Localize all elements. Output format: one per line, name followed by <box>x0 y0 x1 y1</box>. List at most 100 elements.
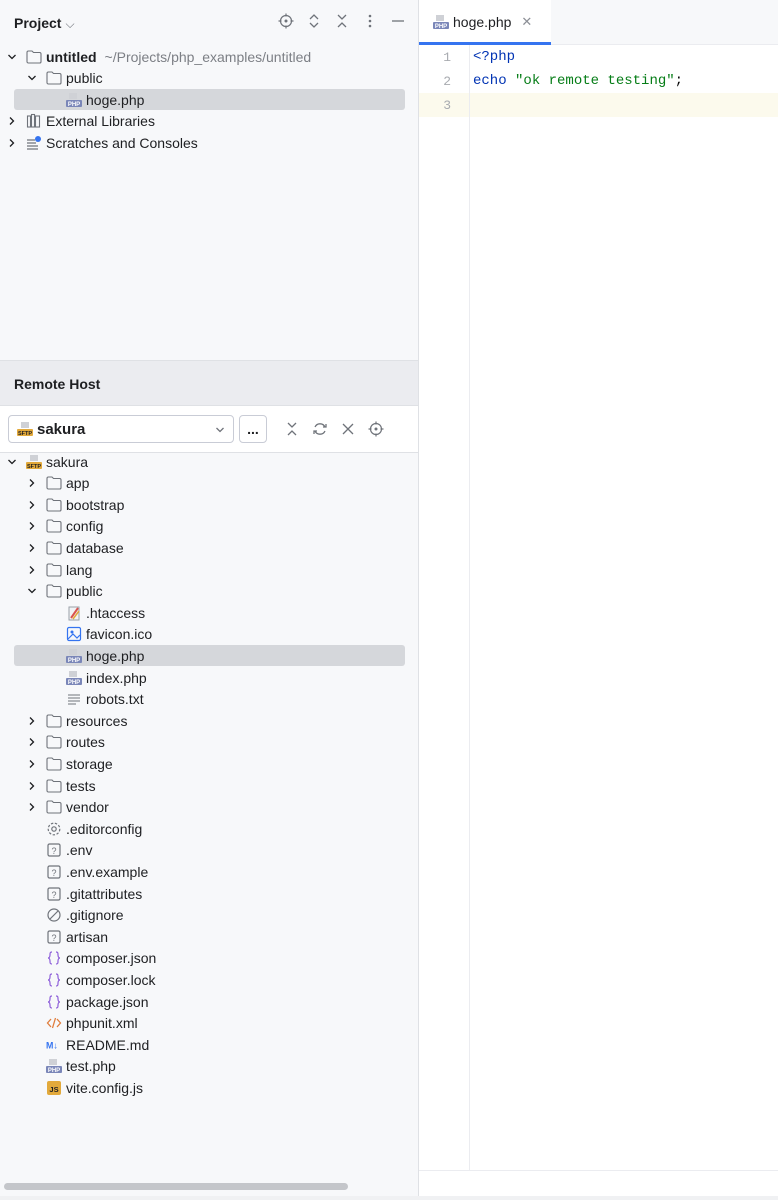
chevron-right-icon[interactable] <box>26 520 38 532</box>
chevron-right-icon[interactable] <box>26 477 38 489</box>
tree-item-label: hoge.php <box>86 647 145 664</box>
tab-hoge-php[interactable]: PHP hoge.php ✕ <box>419 0 551 45</box>
tree-item-routes[interactable]: routes <box>0 732 444 753</box>
close-icon[interactable] <box>340 421 356 442</box>
collapse-all-icon[interactable] <box>284 421 300 442</box>
unknown-file-icon: ? <box>46 929 62 945</box>
tree-item-tests[interactable]: tests <box>0 775 444 796</box>
svg-text:?: ? <box>51 868 56 878</box>
json-icon <box>46 950 62 966</box>
tree-item-label: test.php <box>66 1058 116 1075</box>
chevron-down-icon[interactable] <box>6 456 18 468</box>
chevron-right-icon[interactable] <box>26 758 38 770</box>
server-select[interactable]: SFTP sakura <box>8 415 234 443</box>
tree-item-label: public <box>66 583 103 600</box>
svg-text:SFTP: SFTP <box>27 464 41 470</box>
tree-item-untitled[interactable]: untitled ~/Projects/php_examples/untitle… <box>0 46 424 67</box>
tree-item-app[interactable]: app <box>0 473 444 494</box>
tree-item-label: public <box>66 70 103 86</box>
code-editor[interactable]: <?php echo "ok remote testing"; <box>470 45 778 1170</box>
tree-item-phpunit-xml[interactable]: phpunit.xml <box>0 1013 464 1034</box>
tree-item-label: README.md <box>66 1036 150 1053</box>
tree-item-package-json[interactable]: package.json <box>0 991 464 1012</box>
chevron-right-icon[interactable] <box>26 542 38 554</box>
library-icon <box>26 113 42 129</box>
tree-item-favicon-ico[interactable]: favicon.ico <box>0 624 484 645</box>
remote-host-header: Remote Host <box>0 361 418 405</box>
left-sidebar: Project ⌵ untitled ~/Projects/php_exampl… <box>0 0 419 1200</box>
tree-item-editorconfig[interactable]: .editorconfig <box>0 818 464 839</box>
tree-item-htaccess[interactable]: .htaccess <box>0 602 484 623</box>
chevron-right-icon[interactable] <box>6 115 18 127</box>
tree-item-index-php[interactable]: PHP index.php <box>0 667 484 688</box>
tree-item-gitignore[interactable]: .gitignore <box>0 905 464 926</box>
project-view-selector[interactable]: Project ⌵ <box>14 15 75 32</box>
tree-item-label: phpunit.xml <box>66 1015 138 1032</box>
folder-icon <box>26 49 42 65</box>
expand-all-icon[interactable] <box>306 12 322 30</box>
tree-item-vite-config-js[interactable]: JS vite.config.js <box>0 1077 464 1098</box>
tree-item-external-libraries[interactable]: External Libraries <box>0 111 424 132</box>
chevron-right-icon[interactable] <box>6 137 18 149</box>
tree-item-composer-json[interactable]: composer.json <box>0 948 464 969</box>
locate-icon[interactable] <box>278 12 294 30</box>
tree-item-vendor[interactable]: vendor <box>0 797 444 818</box>
code-line-1: <?php <box>473 49 515 65</box>
tree-item-label: untitled <box>46 48 97 65</box>
folder-icon <box>46 497 62 513</box>
unknown-file-icon: ? <box>46 864 62 880</box>
svg-text:PHP: PHP <box>68 102 80 108</box>
json-icon <box>46 994 62 1010</box>
tree-item-label: package.json <box>66 993 149 1010</box>
chevron-right-icon[interactable] <box>26 715 38 727</box>
editor-tab-bar: PHP hoge.php ✕ <box>419 0 778 45</box>
tree-item-hoge-php[interactable]: PHP hoge.php <box>0 89 484 110</box>
tree-item-bootstrap[interactable]: bootstrap <box>0 494 444 515</box>
close-icon[interactable]: ✕ <box>521 14 532 30</box>
project-panel: Project ⌵ untitled ~/Projects/php_exampl… <box>0 0 418 360</box>
string-literal: "ok remote testing" <box>515 73 675 89</box>
tree-item-artisan[interactable]: ? artisan <box>0 926 464 947</box>
svg-text:M↓: M↓ <box>46 1040 58 1050</box>
chevron-right-icon[interactable] <box>26 780 38 792</box>
chevron-down-icon[interactable] <box>6 51 18 63</box>
tree-item-sakura[interactable]: SFTP sakura <box>0 451 424 472</box>
javascript-icon: JS <box>46 1080 62 1096</box>
project-panel-title: Project <box>14 15 62 31</box>
refresh-icon[interactable] <box>312 421 328 442</box>
tree-item-scratches[interactable]: Scratches and Consoles <box>0 132 424 153</box>
tab-label: hoge.php <box>453 14 512 30</box>
tree-item-lang[interactable]: lang <box>0 559 444 580</box>
tree-item-robots-txt[interactable]: robots.txt <box>0 689 484 710</box>
tree-item-storage[interactable]: storage <box>0 753 444 774</box>
tree-item-resources[interactable]: resources <box>0 710 444 731</box>
tree-item-env[interactable]: ? .env <box>0 840 464 861</box>
tree-item-hoge-php[interactable]: PHP hoge.php <box>0 645 484 667</box>
tree-item-composer-lock[interactable]: composer.lock <box>0 969 464 990</box>
tree-item-readme-md[interactable]: M↓ README.md <box>0 1034 464 1055</box>
tree-item-label: sakura <box>46 453 89 470</box>
chevron-down-icon[interactable] <box>26 72 38 84</box>
sftp-icon: SFTP <box>17 421 33 437</box>
server-settings-button[interactable]: ... <box>239 415 267 443</box>
more-options-icon[interactable] <box>362 12 378 30</box>
chevron-down-icon[interactable] <box>26 585 38 597</box>
locate-icon[interactable] <box>368 421 384 442</box>
chevron-right-icon[interactable] <box>26 499 38 511</box>
sftp-icon: SFTP <box>26 454 42 470</box>
tree-item-config[interactable]: config <box>0 516 444 537</box>
collapse-all-icon[interactable] <box>334 12 350 30</box>
tree-item-test-php[interactable]: PHP test.php <box>0 1056 464 1077</box>
chevron-right-icon[interactable] <box>26 736 38 748</box>
current-line-highlight <box>470 93 778 117</box>
tree-item-label: composer.json <box>66 950 157 967</box>
tree-item-public[interactable]: public <box>0 581 444 602</box>
tree-item-public[interactable]: public <box>0 68 444 89</box>
tree-item-env-example[interactable]: ? .env.example <box>0 861 464 882</box>
chevron-right-icon[interactable] <box>26 564 38 576</box>
tree-item-gitattributes[interactable]: ? .gitattributes <box>0 883 464 904</box>
horizontal-scrollbar[interactable] <box>4 1183 348 1190</box>
tree-item-database[interactable]: database <box>0 537 444 558</box>
hide-panel-icon[interactable] <box>390 12 406 30</box>
chevron-right-icon[interactable] <box>26 801 38 813</box>
